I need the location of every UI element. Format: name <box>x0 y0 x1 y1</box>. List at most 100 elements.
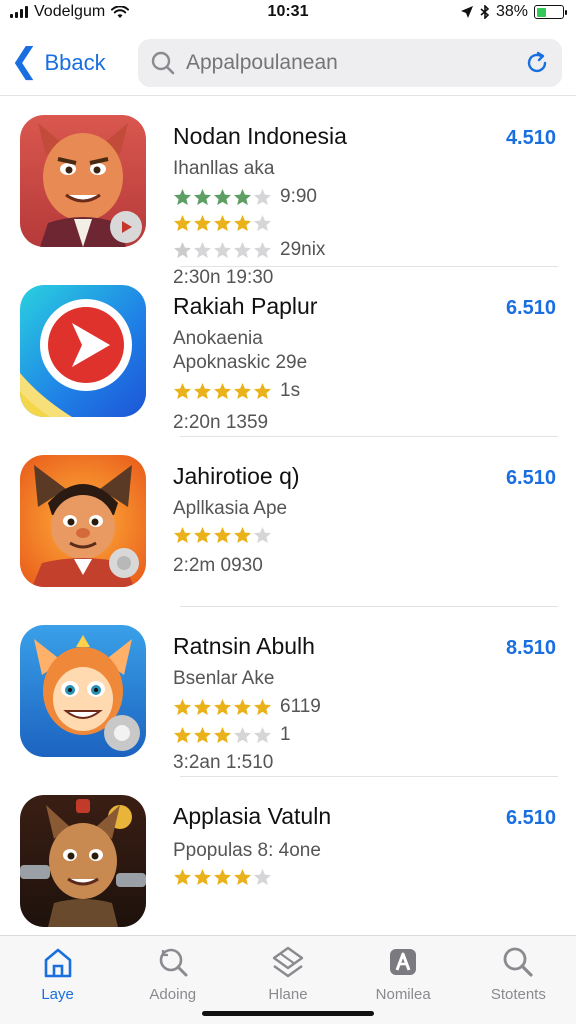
rating-row: 1s <box>173 380 556 402</box>
star-icon <box>174 698 191 715</box>
star-icon <box>234 382 251 399</box>
back-button[interactable]: ❮ Bback <box>10 41 138 85</box>
home-indicator[interactable] <box>202 1011 374 1016</box>
star-icon <box>254 215 271 231</box>
character-icon[interactable] <box>20 795 146 927</box>
app-name: Nodan Indonesia <box>173 123 347 149</box>
app-info: Jahirotioe q) Apllkasia Ape 2:2m 0930 <box>173 455 556 607</box>
rating-row: 6119 <box>173 696 556 718</box>
status-bar: Vodelgum 10:31 38% <box>0 0 576 24</box>
star-icon <box>174 215 191 231</box>
rating-row <box>173 214 556 233</box>
refresh-icon[interactable] <box>524 50 550 76</box>
app-list: Nodan Indonesia Ihanllas aka 9:90 29nix … <box>0 97 576 935</box>
wifi-icon <box>111 5 130 18</box>
app-meta: 2:2m 0930 <box>173 555 263 576</box>
tab-stotents[interactable]: Stotents <box>468 944 568 1024</box>
star-icon <box>254 726 271 743</box>
tab-label: Stotents <box>490 986 546 1003</box>
tab-label: Hlane <box>268 986 308 1003</box>
app-subtitle: Ppopulas 8: 4one <box>173 840 321 861</box>
star-icon <box>174 382 191 399</box>
app-subtitle: Bsenlar Ake <box>173 668 275 689</box>
star-icon <box>194 215 211 231</box>
star-icon <box>254 527 271 543</box>
star-rating-icon <box>173 698 272 717</box>
rating-row: 9:90 <box>173 186 556 208</box>
price-button[interactable]: 4.510 <box>506 127 556 150</box>
star-icon <box>254 188 271 205</box>
rating-count: 29nix <box>280 239 326 260</box>
rating-count: 6119 <box>280 696 321 717</box>
tab-bar: Laye Adoing Hlane Nomilea Stotents <box>0 935 576 1024</box>
star-icon <box>214 241 231 258</box>
star-icon <box>234 241 251 258</box>
star-rating-icon <box>173 214 272 233</box>
star-icon <box>214 188 231 205</box>
battery-icon <box>534 5 567 19</box>
status-time: 10:31 <box>267 3 309 20</box>
rating-row <box>173 526 556 545</box>
star-icon <box>194 527 211 543</box>
list-item[interactable]: Jahirotioe q) Apllkasia Ape 2:2m 0930 6.… <box>0 437 576 607</box>
app-subtitle: Anokaenia <box>173 328 263 349</box>
app-info: Nodan Indonesia Ihanllas aka 9:90 29nix … <box>173 115 556 288</box>
tab-label: Laye <box>41 986 74 1003</box>
tab-home[interactable]: Laye <box>8 944 108 1024</box>
character-icon[interactable] <box>20 115 146 247</box>
price-button[interactable]: 6.510 <box>506 807 556 830</box>
star-icon <box>194 698 211 715</box>
search-input[interactable] <box>186 50 514 75</box>
star-icon <box>214 698 231 715</box>
rating-count: 9:90 <box>280 186 317 207</box>
app-subtitle: Ihanllas aka <box>173 158 275 179</box>
star-icon <box>254 869 271 885</box>
price-button[interactable]: 8.510 <box>506 637 556 660</box>
character-icon[interactable] <box>20 455 146 587</box>
rating-row <box>173 868 556 887</box>
star-icon <box>234 726 251 743</box>
star-icon <box>174 726 191 743</box>
star-rating-icon <box>173 382 272 401</box>
list-item[interactable]: Rakiah Paplur Anokaenia Apoknaskic 29e 1… <box>0 267 576 437</box>
star-icon <box>174 527 191 543</box>
list-item[interactable]: Nodan Indonesia Ihanllas aka 9:90 29nix … <box>0 97 576 288</box>
play-icon[interactable] <box>20 285 146 417</box>
star-icon <box>194 241 211 258</box>
app-info: Rakiah Paplur Anokaenia Apoknaskic 29e 1… <box>173 285 556 437</box>
character-icon[interactable] <box>20 625 146 757</box>
status-left: Vodelgum <box>10 3 130 21</box>
star-icon <box>234 869 251 885</box>
price-button[interactable]: 6.510 <box>506 297 556 320</box>
star-icon <box>214 215 231 231</box>
price-button[interactable]: 6.510 <box>506 467 556 490</box>
app-subtitle: Apllkasia Ape <box>173 498 288 519</box>
list-item[interactable]: Ratnsin Abulh Bsenlar Ake 6119 1 3:2an 1… <box>0 607 576 777</box>
bluetooth-icon <box>480 5 490 19</box>
status-right: 38% <box>460 3 567 21</box>
list-item[interactable]: Applasia Vatuln Ppopulas 8: 4one 6.510 <box>0 777 576 935</box>
star-icon <box>214 869 231 885</box>
rating-count: 1s <box>280 380 301 401</box>
app-name: Jahirotioe q) <box>173 463 300 489</box>
search-refresh-icon <box>159 948 188 977</box>
star-icon <box>194 726 211 743</box>
star-rating-icon <box>173 726 272 745</box>
star-rating-icon <box>173 188 272 207</box>
back-label: Bback <box>44 49 106 75</box>
app-meta: 2:20n 1359 <box>173 412 269 433</box>
battery-percent: 38% <box>495 3 528 20</box>
rating-row: 1 <box>173 724 556 746</box>
star-icon <box>214 382 231 399</box>
search-bar[interactable] <box>138 38 562 87</box>
star-icon <box>254 698 271 715</box>
star-icon <box>174 241 191 258</box>
star-rating-icon <box>173 241 272 260</box>
star-icon <box>194 869 211 885</box>
star-rating-icon <box>173 868 272 887</box>
star-icon <box>214 726 231 743</box>
star-icon <box>234 698 251 715</box>
carrier-name: Vodelgum <box>34 3 106 20</box>
star-icon <box>174 188 191 205</box>
app-name: Applasia Vatuln <box>173 803 332 829</box>
